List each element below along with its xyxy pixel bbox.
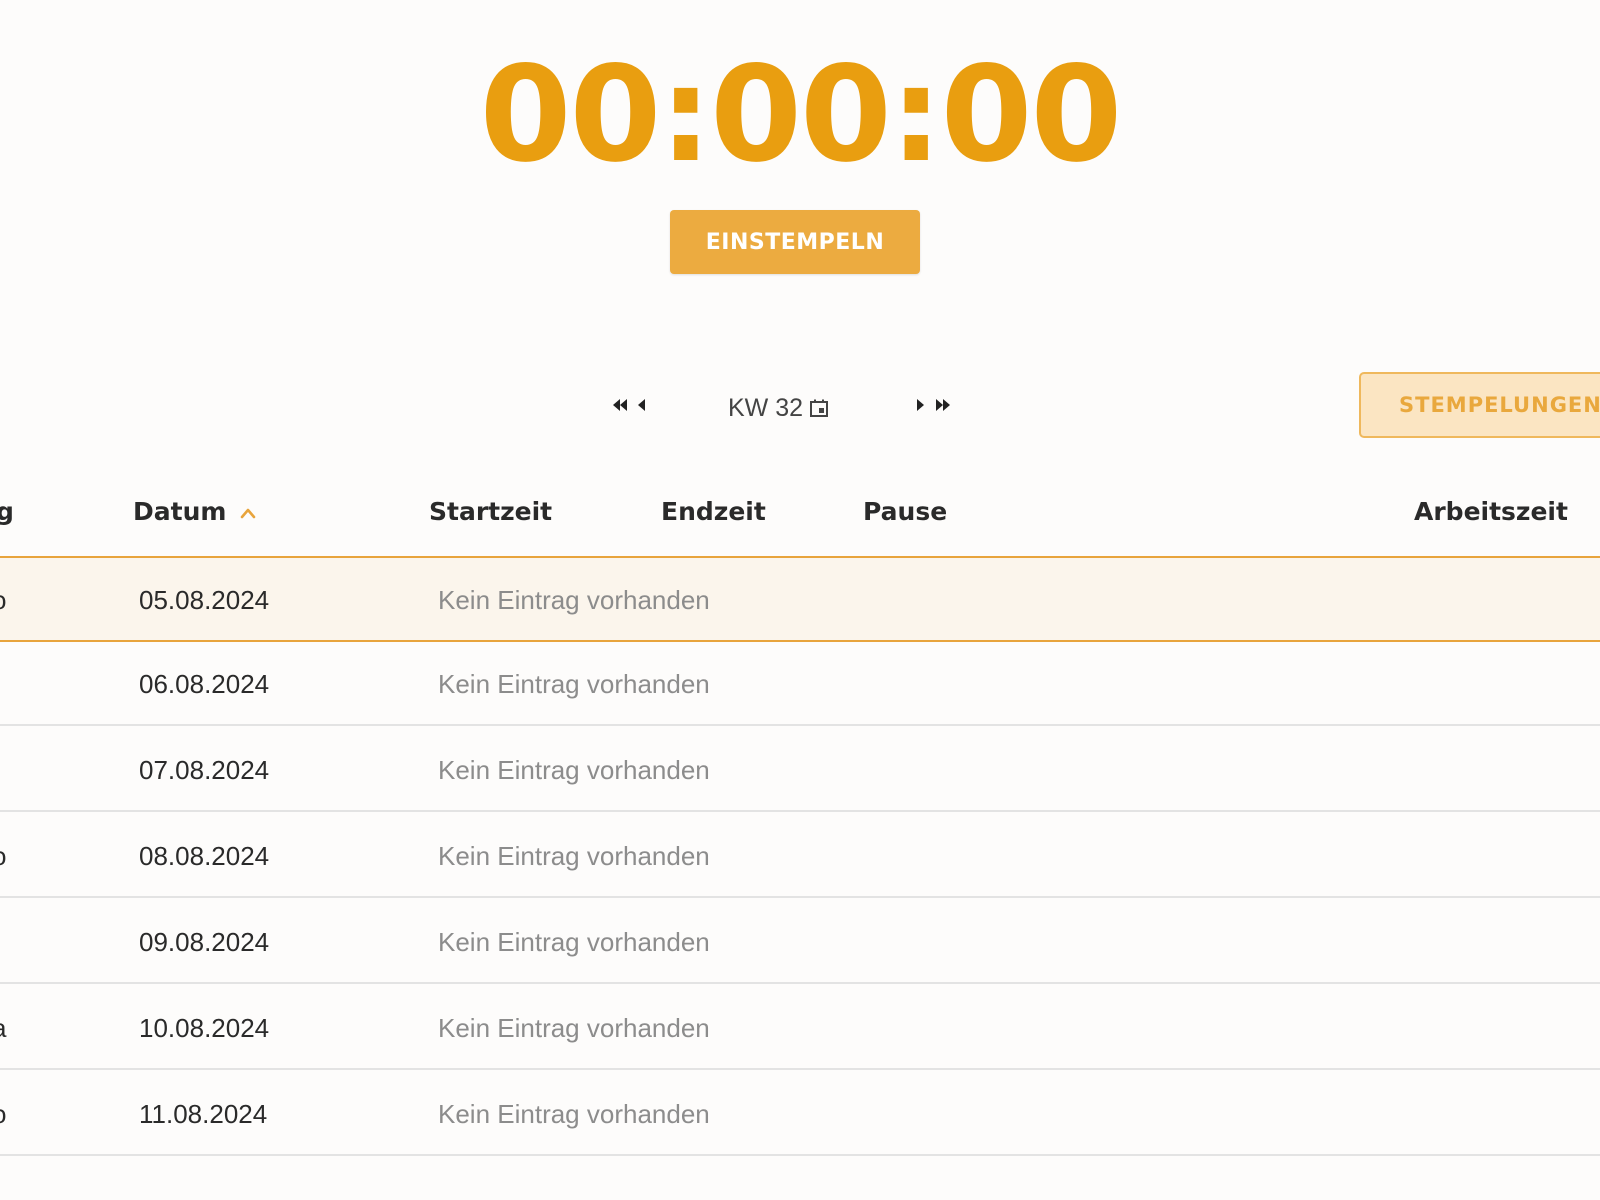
table-row[interactable]: 06.08.2024 Kein Eintrag vorhanden bbox=[0, 642, 1600, 726]
clock-in-button[interactable]: EINSTEMPELN bbox=[670, 210, 920, 274]
row-day: o bbox=[0, 814, 6, 898]
double-chevron-left-icon bbox=[613, 399, 627, 411]
last-week-button[interactable] bbox=[930, 390, 954, 420]
column-header-start[interactable]: Startzeit bbox=[429, 468, 552, 556]
column-header-worktime[interactable]: Arbeitszeit bbox=[1414, 468, 1568, 556]
row-empty-message: Kein Eintrag vorhanden bbox=[438, 755, 710, 785]
row-date: 08.08.2024 bbox=[139, 841, 270, 871]
chevron-right-icon bbox=[917, 399, 924, 411]
table-row[interactable]: o 05.08.2024 Kein Eintrag vorhanden bbox=[0, 558, 1600, 642]
column-header-date[interactable]: Datum bbox=[133, 468, 256, 556]
row-day: o bbox=[0, 1072, 6, 1156]
week-label: KW 32 bbox=[728, 394, 804, 422]
chevron-left-icon bbox=[638, 399, 645, 411]
next-week-button[interactable] bbox=[908, 390, 932, 420]
row-date: 05.08.2024 bbox=[139, 585, 270, 615]
row-empty-message: Kein Eintrag vorhanden bbox=[438, 1099, 710, 1129]
stempelungen-button[interactable]: STEMPELUNGEN bbox=[1359, 372, 1600, 438]
row-empty-message: Kein Eintrag vorhanden bbox=[438, 927, 710, 957]
row-date: 07.08.2024 bbox=[139, 755, 270, 785]
table-row[interactable]: o 08.08.2024 Kein Eintrag vorhanden bbox=[0, 814, 1600, 898]
table-header: g Datum Startzeit Endzeit Pause Arbeitsz… bbox=[0, 468, 1600, 558]
row-empty-message: Kein Eintrag vorhanden bbox=[438, 585, 710, 615]
sort-ascending-icon bbox=[241, 508, 256, 519]
row-empty-message: Kein Eintrag vorhanden bbox=[438, 841, 710, 871]
row-date: 09.08.2024 bbox=[139, 927, 270, 957]
prev-week-button[interactable] bbox=[630, 390, 654, 420]
row-date: 06.08.2024 bbox=[139, 669, 270, 699]
column-header-end[interactable]: Endzeit bbox=[661, 468, 766, 556]
table-row[interactable]: o 11.08.2024 Kein Eintrag vorhanden bbox=[0, 1072, 1600, 1156]
double-chevron-right-icon bbox=[936, 399, 950, 411]
row-empty-message: Kein Eintrag vorhanden bbox=[438, 1013, 710, 1043]
row-date: 11.08.2024 bbox=[139, 1099, 268, 1129]
row-date: 10.08.2024 bbox=[139, 1013, 270, 1043]
column-header-day[interactable]: g bbox=[0, 468, 14, 556]
calendar-icon bbox=[810, 399, 829, 417]
row-day: o bbox=[0, 558, 6, 642]
row-day: a bbox=[0, 986, 6, 1070]
column-header-date-label: Datum bbox=[133, 497, 227, 526]
column-header-pause[interactable]: Pause bbox=[863, 468, 947, 556]
table-row[interactable]: 09.08.2024 Kein Eintrag vorhanden bbox=[0, 900, 1600, 984]
table-row[interactable]: a 10.08.2024 Kein Eintrag vorhanden bbox=[0, 986, 1600, 1070]
row-empty-message: Kein Eintrag vorhanden bbox=[438, 669, 710, 699]
table-row[interactable]: i 07.08.2024 Kein Eintrag vorhanden bbox=[0, 728, 1600, 812]
week-selector[interactable]: KW 32 bbox=[728, 390, 829, 426]
time-tracking-page: 00:00:00 EINSTEMPELN KW 32 STEMPELUNGEN … bbox=[0, 0, 1600, 1200]
timer-display: 00:00:00 bbox=[479, 38, 1123, 192]
